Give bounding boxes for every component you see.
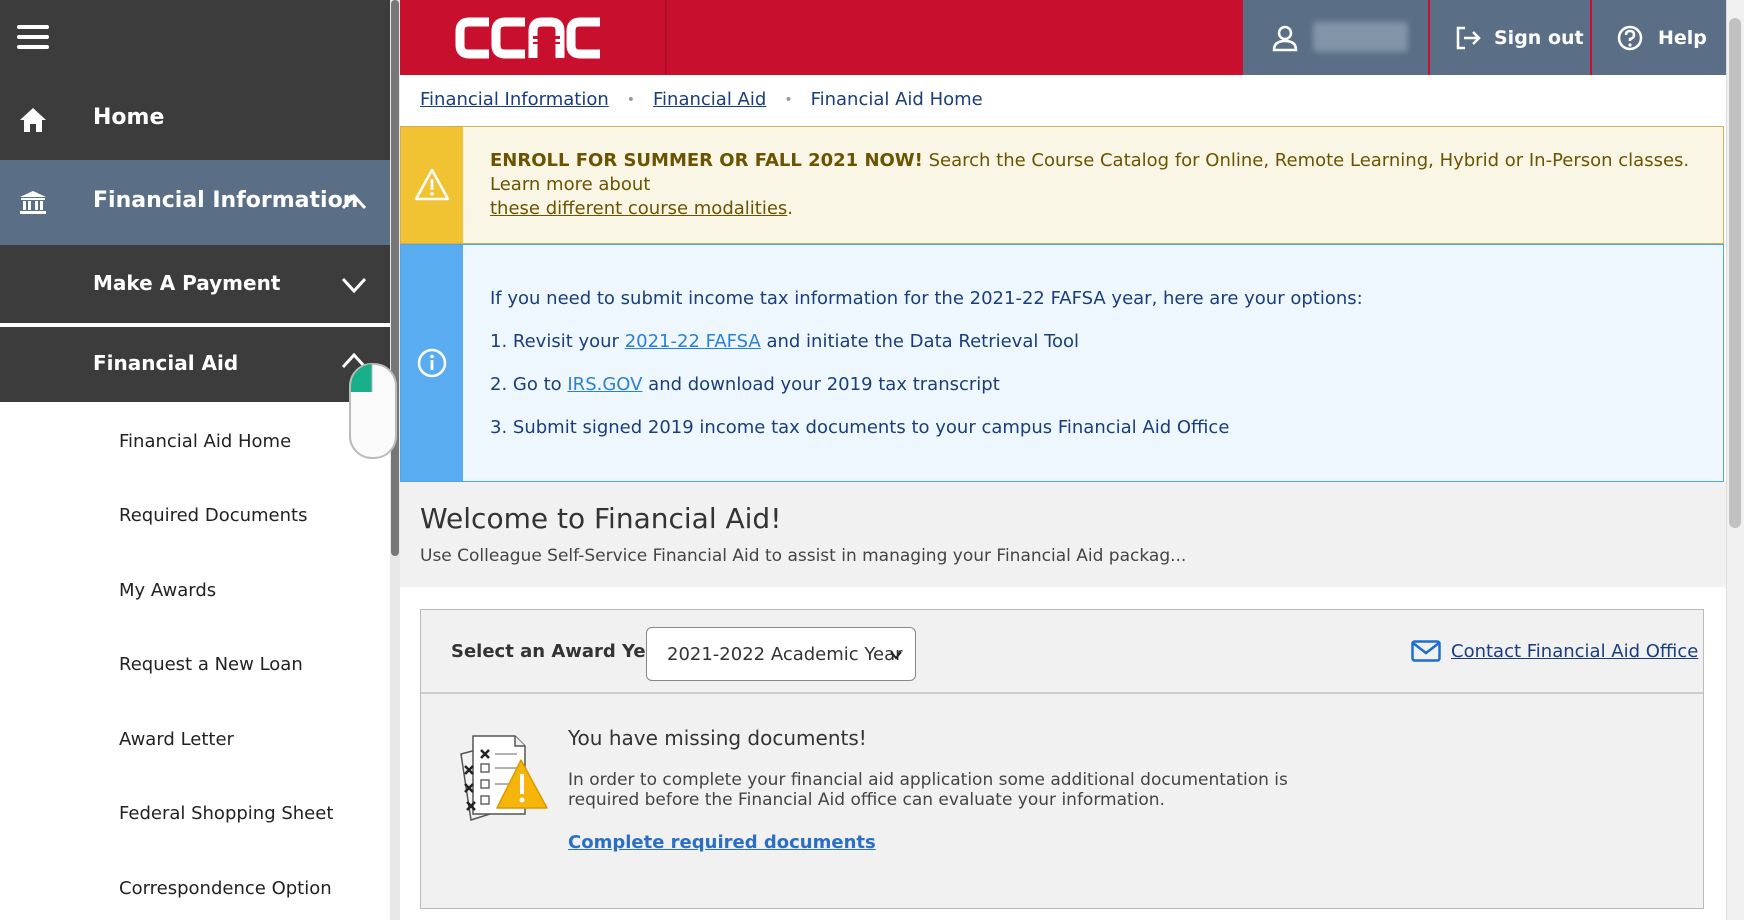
sidebar-subitem-award-letter[interactable]: Award Letter (119, 729, 234, 750)
sign-out-button[interactable]: Sign out (1430, 0, 1590, 75)
sidebar-subitem-federal-shopping-sheet[interactable]: Federal Shopping Sheet (119, 803, 333, 824)
info-alert-bar (401, 245, 463, 481)
sidebar-subitem-my-awards[interactable]: My Awards (119, 580, 216, 601)
info-option-3: 3. Submit signed 2019 income tax documen… (490, 417, 1230, 438)
sidebar-subitem-financial-aid-home[interactable]: Financial Aid Home (119, 431, 291, 452)
page-scrollbar-thumb[interactable] (1729, 18, 1741, 528)
home-icon (20, 108, 46, 132)
page-title: Welcome to Financial Aid! (420, 502, 782, 535)
warning-alert: ENROLL FOR SUMMER OR FALL 2021 NOW! Sear… (400, 126, 1724, 244)
contact-link-text[interactable]: Contact Financial Aid Office (1451, 641, 1698, 662)
award-year-selected: 2021-2022 Academic Year (667, 643, 903, 665)
warning-icon (414, 168, 450, 201)
fafsa-link[interactable]: 2021-22 FAFSA (625, 331, 761, 352)
hamburger-menu-icon[interactable] (17, 25, 49, 49)
info-option-1: 1. Revisit your 2021-22 FAFSA and initia… (490, 331, 1080, 352)
chevron-down-icon (890, 651, 902, 660)
sign-out-icon (1456, 26, 1481, 50)
award-year-header: Select an Award Year: 2021-2022 Academic… (421, 610, 1703, 694)
irs-gov-link[interactable]: IRS.GOV (567, 374, 642, 395)
award-box: Select an Award Year: 2021-2022 Academic… (420, 609, 1704, 909)
ccac-logo[interactable] (455, 14, 605, 62)
sidebar-scrollbar-thumb[interactable] (391, 0, 399, 556)
user-menu-button[interactable] (1243, 0, 1428, 75)
missing-documents-text: In order to complete your financial aid … (568, 770, 1288, 810)
user-icon (1272, 25, 1298, 52)
user-name-blurred (1313, 22, 1408, 52)
welcome-section: Welcome to Financial Aid! Use Colleague … (400, 482, 1726, 587)
breadcrumb-link-financial-information[interactable]: Financial Information (420, 89, 609, 110)
course-modalities-link[interactable]: these different course modalities (490, 198, 787, 219)
breadcrumb: Financial Information • Financial Aid • … (420, 89, 983, 110)
complete-required-documents-link[interactable]: Complete required documents (568, 832, 876, 853)
award-year-label: Select an Award Year: (451, 641, 674, 662)
sidebar-subitem-required-documents[interactable]: Required Documents (119, 505, 307, 526)
breadcrumb-link-financial-aid[interactable]: Financial Aid (653, 89, 766, 110)
warning-alert-bold: ENROLL FOR SUMMER OR FALL 2021 NOW! (490, 150, 923, 171)
breadcrumb-current: Financial Aid Home (810, 89, 983, 110)
sidebar-item-home[interactable]: Home (0, 80, 390, 160)
info-option-2: 2. Go to IRS.GOV and download your 2019 … (490, 374, 1000, 395)
sidebar-subitem-correspondence-option[interactable]: Correspondence Option (119, 878, 332, 899)
sidebar: Home Financial Information Make A Paymen… (0, 0, 390, 920)
main-content: Financial Information • Financial Aid • … (400, 75, 1726, 920)
breadcrumb-separator: • (784, 91, 793, 108)
chevron-up-icon[interactable] (340, 188, 368, 216)
help-button[interactable]: Help (1592, 0, 1726, 75)
help-label: Help (1658, 26, 1707, 49)
sidebar-item-financial-information[interactable]: Financial Information (0, 160, 390, 245)
mouse-cursor-icon (349, 363, 397, 459)
help-icon (1617, 25, 1643, 51)
menu-toggle-button[interactable] (0, 0, 390, 80)
breadcrumb-separator: • (626, 91, 636, 108)
chevron-down-icon[interactable] (340, 271, 368, 299)
bank-icon (20, 191, 46, 214)
sidebar-item-financial-aid[interactable]: Financial Aid (0, 327, 390, 402)
contact-financial-aid-office[interactable]: Contact Financial Aid Office (1411, 640, 1698, 662)
missing-documents-title: You have missing documents! (568, 726, 867, 750)
sidebar-item-label: Home (93, 105, 165, 130)
envelope-icon (1411, 640, 1441, 662)
warning-alert-bar (401, 127, 463, 243)
sidebar-item-label: Make A Payment (93, 271, 281, 295)
sidebar-subitem-request-new-loan[interactable]: Request a New Loan (119, 654, 303, 675)
sidebar-item-label: Financial Information (93, 188, 359, 213)
page-subtitle: Use Colleague Self-Service Financial Aid… (420, 546, 1187, 566)
award-year-select[interactable]: 2021-2022 Academic Year (646, 627, 916, 681)
warning-alert-text: ENROLL FOR SUMMER OR FALL 2021 NOW! Sear… (490, 150, 1690, 219)
info-alert: If you need to submit income tax informa… (400, 244, 1724, 482)
documents-warning-icon (460, 735, 548, 821)
sign-out-label: Sign out (1494, 26, 1584, 49)
top-header: Sign out Help (400, 0, 1726, 75)
sidebar-item-make-a-payment[interactable]: Make A Payment (0, 245, 390, 325)
award-section: Select an Award Year: 2021-2022 Academic… (400, 587, 1726, 920)
sidebar-item-label: Financial Aid (93, 351, 239, 375)
info-intro: If you need to submit income tax informa… (490, 288, 1363, 309)
info-icon (417, 348, 447, 378)
